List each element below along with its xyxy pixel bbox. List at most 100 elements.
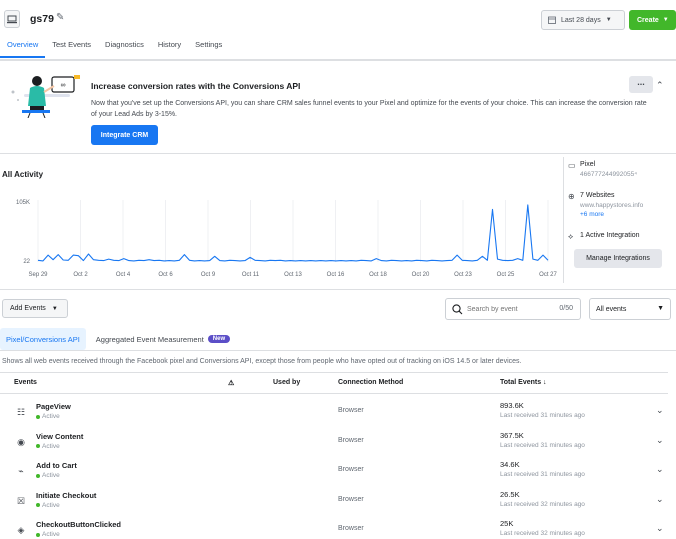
more-options-button[interactable]: ...	[629, 76, 653, 93]
pixel-source-icon[interactable]	[4, 10, 20, 28]
tag-icon: ◈	[17, 525, 25, 535]
tab-overview[interactable]: Overview	[0, 36, 46, 58]
svg-text:∞: ∞	[61, 82, 66, 89]
table-row[interactable]: ☒ Initiate Checkout Active Browser 26.5K Last…	[0, 486, 668, 516]
events-description: Shows all web events received through th…	[2, 358, 522, 365]
date-range-label: Last 28 days	[561, 16, 601, 24]
column-connection-method[interactable]: Connection Method	[338, 379, 403, 386]
status-dot	[36, 444, 40, 448]
subtab-divider	[0, 350, 676, 351]
tab-pixel-conversions-api[interactable]: Pixel/Conversions API	[0, 328, 86, 350]
x-tick-label: Oct 18	[369, 272, 387, 278]
more-websites-link[interactable]: +6 more	[580, 211, 643, 218]
website-url: www.happystores.info	[580, 202, 644, 209]
status-dot	[36, 414, 40, 419]
table-row[interactable]: ◈ CheckoutButtonClicked Active Browser 25K La…	[0, 515, 668, 539]
x-tick-label: Oct 11	[242, 272, 260, 278]
create-button[interactable]: Create ▼	[629, 10, 676, 30]
date-range-dropdown[interactable]: Last 28 days ▼	[541, 10, 625, 30]
status-dot	[36, 503, 40, 507]
chevron-down-icon[interactable]: ⌄	[656, 435, 664, 446]
x-tick-label: Oct 6	[158, 272, 173, 278]
status-dot	[36, 473, 40, 478]
event-search[interactable]: 0/50	[445, 298, 581, 320]
caret-down-icon: ▼	[51, 305, 58, 312]
add-events-dropdown[interactable]: Add Events ▼	[2, 299, 68, 318]
chevron-up-icon[interactable]: ⌃	[656, 80, 664, 91]
column-used-by[interactable]: Used by	[273, 379, 300, 386]
last-received: Last received 31 minutes ago	[500, 471, 585, 478]
tab-aggregated-event-measurement[interactable]: Aggregated Event Measurement New	[90, 328, 236, 350]
x-tick-label: Oct 9	[201, 272, 216, 278]
caret-down-icon: ▼	[605, 17, 612, 23]
eye-icon: ◉	[17, 436, 25, 447]
tab-label: Aggregated Event Measurement	[95, 334, 204, 344]
websites-info: ⊕ 7 Websites www.happystores.info +6 mor…	[568, 192, 644, 218]
event-name: Initiate Checkout	[36, 490, 97, 500]
integrate-crm-button[interactable]: Integrate CRM	[91, 125, 158, 145]
edit-pencil-icon[interactable]: ✎	[56, 12, 64, 23]
status-label: Active	[42, 531, 60, 538]
chevron-down-icon[interactable]: ⌄	[656, 405, 664, 416]
event-status: Active	[36, 472, 60, 479]
status-label: Active	[42, 501, 60, 509]
promo-text: Now that you've set up the Conversions A…	[91, 100, 647, 118]
chevron-down-icon[interactable]: ⌄	[656, 464, 664, 475]
event-name: View Content	[36, 431, 84, 441]
tab-history[interactable]: History	[151, 36, 188, 58]
x-tick-label: Sep 29	[28, 272, 48, 278]
cart-icon: ⌁	[18, 466, 24, 476]
table-row[interactable]: ⌁ Add to Cart Active Browser 34.6K Last recei…	[0, 456, 668, 486]
event-status: Active	[36, 413, 60, 420]
new-badge: New	[207, 335, 231, 343]
x-tick-label: Oct 16	[327, 272, 345, 278]
chevron-down-icon[interactable]: ⌄	[656, 523, 664, 534]
x-tick-label: Oct 23	[454, 272, 472, 278]
integration-info: ⟡ 1 Active Integration	[568, 232, 640, 241]
x-tick-label: Oct 27	[539, 272, 557, 278]
chevron-down-icon[interactable]: ⌄	[656, 494, 664, 505]
last-received: Last received 32 minutes ago	[500, 530, 585, 537]
column-events[interactable]: Events	[14, 379, 37, 386]
header-divider	[0, 59, 676, 61]
total-events: 34.6K	[500, 460, 520, 469]
activity-line-chart: 105K 22 Sep 29 Oct 2 Oct 4 Oct 6 Oct 9 Oct 11 Oc…	[16, 200, 557, 278]
x-tick-label: Oct 2	[73, 272, 88, 278]
status-label: Active	[42, 472, 60, 479]
total-events: 367.5K	[500, 430, 524, 440]
event-status: Active	[36, 443, 60, 450]
monitor-icon: ▭	[568, 161, 576, 170]
calendar-icon	[548, 16, 556, 24]
tab-diagnostics[interactable]: Diagnostics	[98, 36, 151, 58]
event-status: Active	[36, 502, 60, 509]
column-total-events[interactable]: Total Events ↓	[500, 379, 547, 386]
table-row[interactable]: ☷ PageView Active Browser 893.6K Last receive…	[0, 397, 668, 427]
pixel-info-panel: ▭ Pixel 466777244992055⁴ ⊕ 7 Websites ww…	[563, 157, 676, 283]
status-dot	[36, 532, 40, 537]
basket-icon: ☒	[16, 495, 26, 506]
connection-method: Browser	[338, 525, 364, 532]
integration-label: 1 Active Integration	[580, 232, 640, 239]
pixel-info: ▭ Pixel 466777244992055⁴	[568, 161, 637, 178]
all-events-label: All events	[596, 305, 627, 313]
last-received: Last received 32 minutes ago	[500, 500, 585, 508]
connection-method: Browser	[338, 495, 364, 503]
search-input[interactable]	[467, 305, 547, 313]
tab-settings[interactable]: Settings	[188, 36, 229, 58]
table-row[interactable]: ◉ View Content Active Browser 367.5K Last rec…	[0, 427, 668, 457]
manage-integrations-button[interactable]: Manage Integrations	[574, 249, 662, 268]
status-label: Active	[42, 442, 60, 450]
x-tick-label: Oct 25	[497, 272, 515, 278]
websites-label: 7 Websites	[580, 192, 615, 199]
create-label: Create	[637, 16, 659, 24]
tab-test-events[interactable]: Test Events	[45, 36, 98, 58]
main-tabs: Overview Test Events Diagnostics History…	[0, 36, 229, 58]
section-divider	[0, 289, 676, 290]
all-events-dropdown[interactable]: All events ▼	[589, 298, 671, 320]
last-received: Last received 31 minutes ago	[500, 441, 585, 449]
warning-icon: ⚠	[228, 380, 235, 387]
events-table-header: Events ⚠ Used by Connection Method Total…	[0, 372, 668, 394]
conversions-api-promo: ∞ Increase conversion rates with the Con…	[0, 62, 676, 154]
page-header: gs79 ✎ Overview Test Events Diagnostics …	[0, 0, 676, 60]
event-name: CheckoutButtonClicked	[36, 520, 122, 529]
